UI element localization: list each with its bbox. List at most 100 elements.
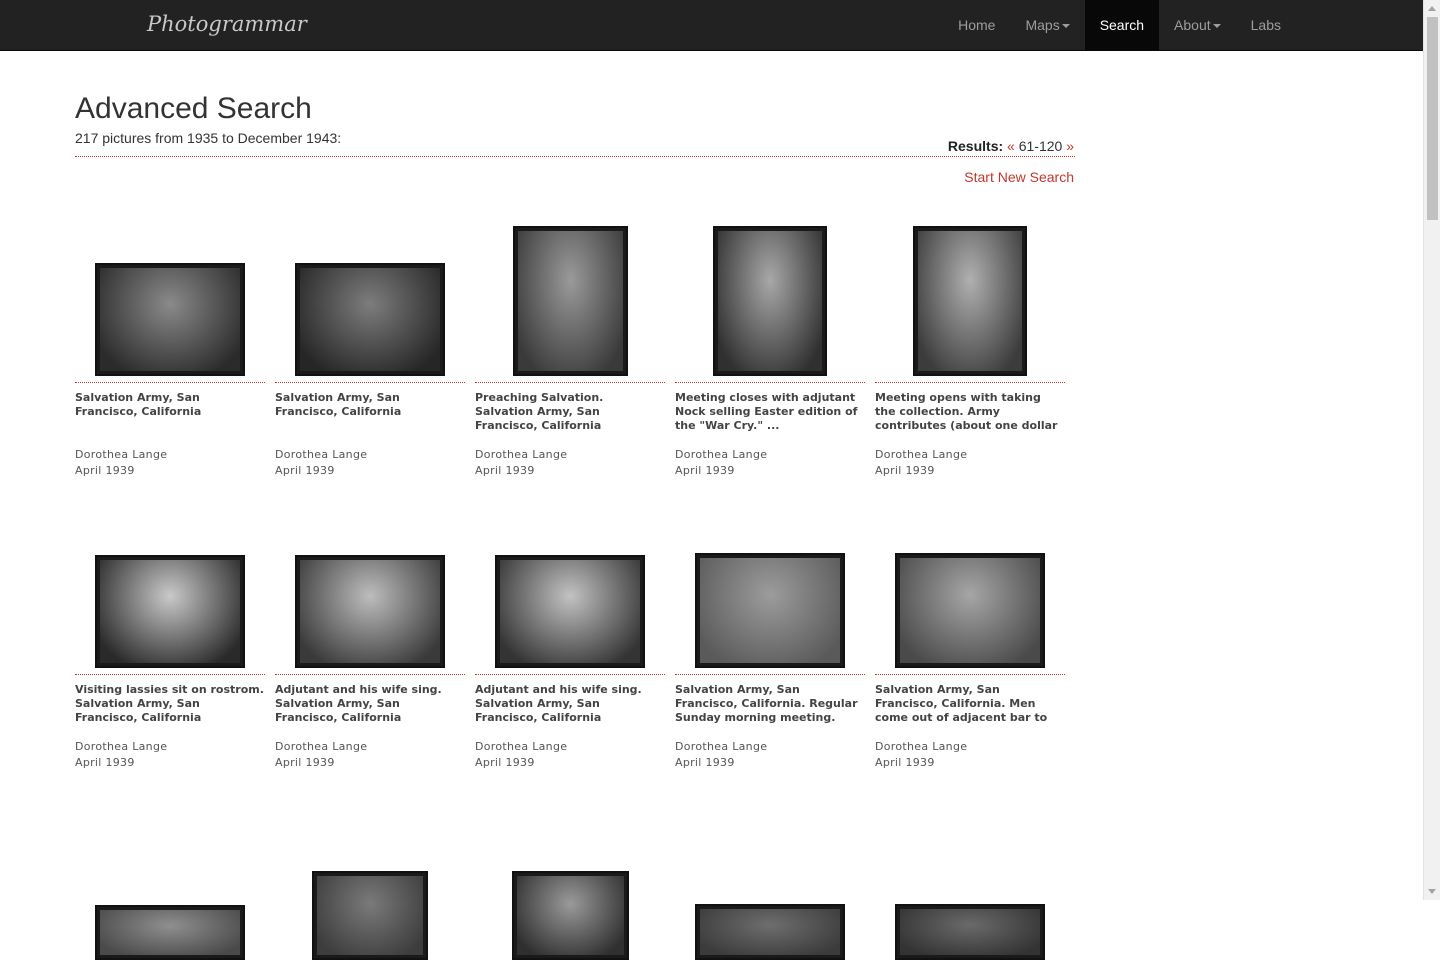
photo-date: April 1939 xyxy=(875,756,935,769)
nav-search[interactable]: Search xyxy=(1084,0,1160,50)
photo-caption[interactable]: Adjutant and his wife sing. Salvation Ar… xyxy=(275,683,465,725)
photo-image xyxy=(100,268,240,371)
photo-thumbnail[interactable] xyxy=(95,555,245,668)
results-summary: 217 pictures from 1935 to December 1943: xyxy=(75,130,342,146)
photo-image xyxy=(300,268,440,371)
card-divider xyxy=(475,674,665,675)
card-divider xyxy=(75,674,265,675)
photo-thumbnail[interactable] xyxy=(895,553,1045,668)
photo-caption[interactable]: Salvation Army, San Francisco, Californi… xyxy=(75,391,265,433)
photo-date: April 1939 xyxy=(275,464,335,477)
photo-author[interactable]: Dorothea Lange xyxy=(875,740,1065,753)
photo-card: Adjutant and his wife sing. Salvation Ar… xyxy=(275,518,465,769)
photo-thumbnail[interactable] xyxy=(495,555,645,668)
nav-about-label: About xyxy=(1174,17,1211,33)
page-scrollbar[interactable] xyxy=(1423,0,1440,900)
page-title: Advanced Search xyxy=(75,92,312,125)
photo-author[interactable]: Dorothea Lange xyxy=(275,740,465,753)
nav-labs[interactable]: Labs xyxy=(1236,0,1296,50)
photo-date: April 1939 xyxy=(875,464,935,477)
photo-author[interactable]: Dorothea Lange xyxy=(875,448,1065,461)
photo-caption[interactable]: Salvation Army, San Francisco, Californi… xyxy=(275,391,465,433)
caret-down-icon xyxy=(1212,24,1221,29)
photo-author[interactable]: Dorothea Lange xyxy=(75,740,265,753)
photo-caption[interactable]: Meeting closes with adjutant Nock sellin… xyxy=(675,391,865,433)
card-divider xyxy=(75,382,265,383)
nav-about-dropdown[interactable]: About xyxy=(1159,0,1236,50)
photo-author[interactable]: Dorothea Lange xyxy=(275,448,465,461)
photo-thumbnail-wrapper xyxy=(675,518,865,668)
photo-thumbnail-wrapper xyxy=(75,810,265,960)
photo-card: Preaching Salvation. Salvation Army, San… xyxy=(475,226,665,477)
card-divider xyxy=(475,382,665,383)
next-page-link[interactable]: » xyxy=(1066,138,1074,154)
photo-card xyxy=(675,810,865,960)
photo-thumbnail[interactable] xyxy=(95,905,245,960)
card-divider xyxy=(675,674,865,675)
photo-image xyxy=(700,558,840,663)
card-divider xyxy=(275,674,465,675)
photo-caption[interactable]: Preaching Salvation. Salvation Army, San… xyxy=(475,391,665,433)
photo-thumbnail[interactable] xyxy=(95,263,245,376)
top-navbar: Photogrammar Home Maps Search About Labs xyxy=(0,0,1423,51)
photo-author[interactable]: Dorothea Lange xyxy=(675,448,865,461)
photo-thumbnail-wrapper xyxy=(275,226,465,376)
photo-thumbnail-wrapper xyxy=(75,226,265,376)
photo-thumbnail-wrapper xyxy=(875,810,1065,960)
photo-thumbnail-wrapper xyxy=(75,518,265,668)
card-divider xyxy=(875,674,1065,675)
photo-date: April 1939 xyxy=(475,756,535,769)
photo-thumbnail[interactable] xyxy=(913,226,1027,376)
photo-image xyxy=(900,558,1040,663)
photo-thumbnail[interactable] xyxy=(511,871,629,960)
photo-image xyxy=(100,560,240,663)
results-label: Results: xyxy=(947,138,1004,154)
nav-maps-dropdown[interactable]: Maps xyxy=(1010,0,1084,50)
photo-card: Salvation Army, San Francisco, Californi… xyxy=(275,226,465,477)
photo-caption[interactable]: Salvation Army, San Francisco, Californi… xyxy=(875,683,1065,725)
results-range: 61-120 xyxy=(1018,138,1063,154)
card-divider xyxy=(275,382,465,383)
scrollbar-thumb[interactable] xyxy=(1427,17,1438,220)
photo-card: Salvation Army, San Francisco, Californi… xyxy=(75,226,265,477)
photo-image xyxy=(718,231,822,371)
photo-thumbnail-wrapper xyxy=(675,226,865,376)
photo-caption[interactable]: Meeting opens with taking the collection… xyxy=(875,391,1065,433)
photo-card: Meeting closes with adjutant Nock sellin… xyxy=(675,226,865,477)
photo-thumbnail[interactable] xyxy=(512,226,628,376)
brand-logo[interactable]: Photogrammar xyxy=(147,12,307,36)
main-nav: Home Maps Search About Labs xyxy=(943,0,1423,50)
scroll-up-arrow-icon[interactable] xyxy=(1428,6,1436,11)
start-new-search-link[interactable]: Start New Search xyxy=(964,169,1074,185)
photo-thumbnail-wrapper xyxy=(675,810,865,960)
photo-image xyxy=(317,876,423,955)
photo-card xyxy=(475,810,665,960)
nav-home[interactable]: Home xyxy=(943,0,1010,50)
photo-author[interactable]: Dorothea Lange xyxy=(75,448,265,461)
photo-thumbnail-wrapper xyxy=(275,518,465,668)
photo-thumbnail[interactable] xyxy=(695,553,845,668)
nav-maps-label: Maps xyxy=(1025,17,1060,33)
photo-date: April 1939 xyxy=(75,756,135,769)
photo-thumbnail[interactable] xyxy=(295,263,445,376)
photo-author[interactable]: Dorothea Lange xyxy=(475,740,665,753)
photo-date: April 1939 xyxy=(75,464,135,477)
photo-caption[interactable]: Adjutant and his wife sing. Salvation Ar… xyxy=(475,683,665,725)
prev-page-link[interactable]: « xyxy=(1007,138,1015,154)
photo-thumbnail[interactable] xyxy=(713,226,827,376)
photo-thumbnail[interactable] xyxy=(312,871,428,960)
scroll-down-arrow-icon[interactable] xyxy=(1428,889,1436,894)
photo-thumbnail[interactable] xyxy=(695,904,845,960)
photo-date: April 1939 xyxy=(675,464,735,477)
nav-labs-label: Labs xyxy=(1250,17,1281,33)
nav-search-label: Search xyxy=(1099,17,1145,33)
photo-caption[interactable]: Salvation Army, San Francisco, Californi… xyxy=(675,683,865,725)
photo-author[interactable]: Dorothea Lange xyxy=(675,740,865,753)
photo-author[interactable]: Dorothea Lange xyxy=(475,448,665,461)
photo-thumbnail[interactable] xyxy=(295,555,445,668)
photo-thumbnail-wrapper xyxy=(275,810,465,960)
photo-caption[interactable]: Visiting lassies sit on rostrom. Salvati… xyxy=(75,683,265,725)
photo-card xyxy=(875,810,1065,960)
photo-thumbnail[interactable] xyxy=(895,904,1045,960)
photo-date: April 1939 xyxy=(475,464,535,477)
